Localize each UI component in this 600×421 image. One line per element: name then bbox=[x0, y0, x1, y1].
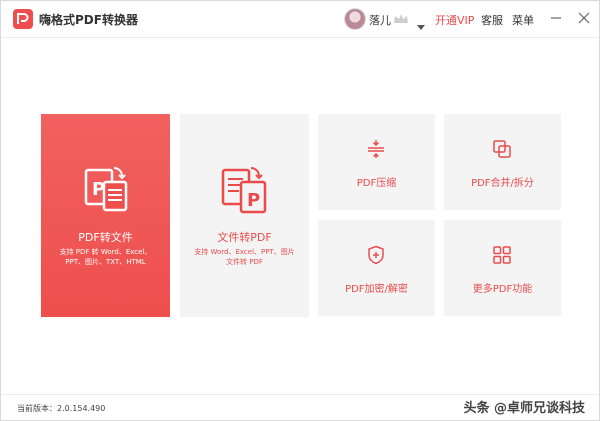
watermark: 头条 @卓师兄谈科技 bbox=[463, 401, 585, 416]
app-title: 嗨格式PDF转换器 bbox=[39, 13, 138, 27]
chevron-down-icon[interactable] bbox=[417, 16, 425, 35]
grid-icon bbox=[493, 246, 511, 264]
tile-title: 文件转PDF bbox=[217, 231, 272, 244]
svg-text:P: P bbox=[247, 190, 260, 211]
version-label: 当前版本：2.0.154.490 bbox=[17, 404, 106, 413]
open-vip-link[interactable]: 开通VIP bbox=[435, 12, 474, 28]
pdf-encrypt-tile[interactable]: PDF加密/解密 bbox=[318, 220, 435, 316]
app-window: 嗨格式PDF转换器 落儿 开通VIP 客服 菜单 P PDF转文件 支持 PDF… bbox=[0, 0, 600, 421]
status-bar: 当前版本：2.0.154.490 头条 @卓师兄谈科技 bbox=[1, 394, 599, 421]
menu-link[interactable]: 菜单 bbox=[512, 12, 534, 28]
tile-description: 支持 Word、Excel、PPT、图片文件转 PDF bbox=[194, 248, 295, 266]
tile-description: 支持 PDF 转 Word、Excel、PPT、图片、TXT、HTML bbox=[59, 248, 152, 266]
more-pdf-features-tile[interactable]: 更多PDF功能 bbox=[444, 220, 561, 316]
compress-icon bbox=[368, 140, 384, 158]
pdf-merge-split-tile[interactable]: PDF合并/拆分 bbox=[444, 114, 561, 210]
customer-service-link[interactable]: 客服 bbox=[481, 12, 503, 28]
crown-icon bbox=[393, 10, 409, 29]
merge-split-icon bbox=[493, 140, 511, 158]
tile-title: PDF压缩 bbox=[356, 178, 397, 189]
avatar[interactable] bbox=[344, 8, 366, 30]
close-icon[interactable] bbox=[575, 9, 593, 27]
file-to-pdf-icon: P bbox=[221, 167, 267, 214]
minimize-icon[interactable] bbox=[547, 9, 565, 27]
shield-icon bbox=[368, 245, 384, 265]
app-logo-icon bbox=[13, 9, 33, 29]
username[interactable]: 落儿 bbox=[369, 12, 391, 28]
pdf-compress-tile[interactable]: PDF压缩 bbox=[318, 114, 435, 210]
file-to-pdf-tile[interactable]: P 文件转PDF 支持 Word、Excel、PPT、图片文件转 PDF bbox=[180, 114, 309, 317]
pdf-to-file-icon: P bbox=[84, 167, 128, 212]
tile-title: 更多PDF功能 bbox=[472, 284, 533, 295]
tile-title: PDF加密/解密 bbox=[345, 284, 408, 295]
tile-title: PDF合并/拆分 bbox=[471, 178, 534, 189]
pdf-to-file-tile[interactable]: P PDF转文件 支持 PDF 转 Word、Excel、PPT、图片、TXT、… bbox=[41, 114, 170, 317]
tile-title: PDF转文件 bbox=[78, 231, 133, 244]
title-bar: 嗨格式PDF转换器 落儿 开通VIP 客服 菜单 bbox=[1, 1, 599, 38]
